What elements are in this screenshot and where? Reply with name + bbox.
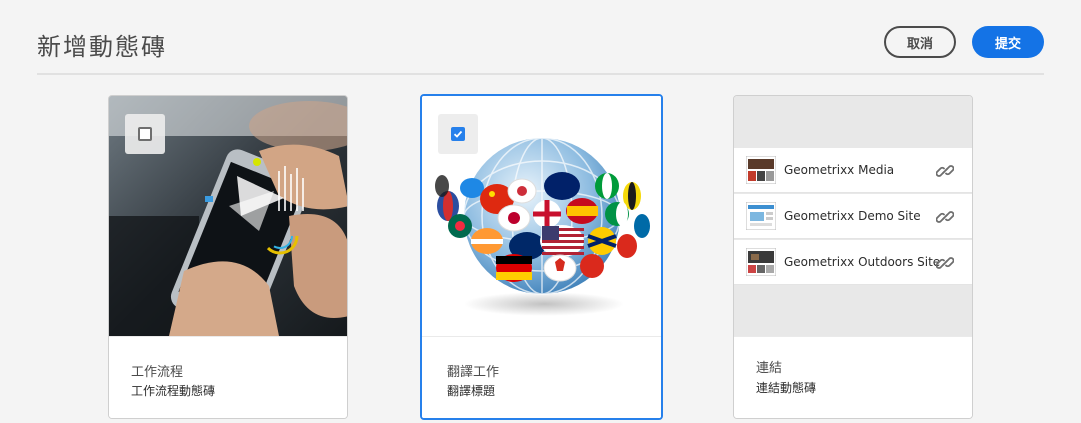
site-thumbnail-icon <box>746 156 776 184</box>
links-card-preview: Geometrixx Media Geometrixx Demo Site Ge… <box>734 96 972 336</box>
submit-button[interactable]: 提交 <box>972 26 1044 58</box>
cancel-button[interactable]: 取消 <box>884 26 956 58</box>
checkbox-checked-icon <box>451 127 465 141</box>
link-icon <box>936 211 954 223</box>
translation-card-checkbox[interactable] <box>438 114 478 154</box>
link-icon <box>936 257 954 269</box>
workflow-card[interactable]: 工作流程 工作流程動態磚 <box>108 95 348 419</box>
card-title: 翻譯工作 <box>447 365 500 380</box>
link-item: Geometrixx Demo Site <box>734 194 972 239</box>
card-subtitle: 翻譯標題 <box>447 384 496 398</box>
card-title: 連結 <box>756 361 783 376</box>
site-thumbnail-icon <box>746 248 776 276</box>
translation-card[interactable]: 翻譯工作 翻譯標題 <box>420 94 663 420</box>
header-divider <box>37 73 1044 75</box>
workflow-card-checkbox[interactable] <box>125 114 165 154</box>
card-title: 工作流程 <box>131 365 184 380</box>
card-subtitle: 工作流程動態磚 <box>131 384 216 398</box>
card-subtitle: 連結動態磚 <box>756 381 817 395</box>
links-card[interactable]: Geometrixx Media Geometrixx Demo Site Ge… <box>733 95 973 419</box>
link-item: Geometrixx Media <box>734 148 972 193</box>
link-icon <box>936 165 954 177</box>
link-item: Geometrixx Outdoors Site <box>734 240 972 285</box>
site-thumbnail-icon <box>746 202 776 230</box>
page-title: 新增動態磚 <box>37 33 167 61</box>
link-label: Geometrixx Media <box>784 163 895 177</box>
link-label: Geometrixx Outdoors Site <box>784 255 941 269</box>
checkbox-unchecked-icon <box>138 127 152 141</box>
link-label: Geometrixx Demo Site <box>784 209 921 223</box>
